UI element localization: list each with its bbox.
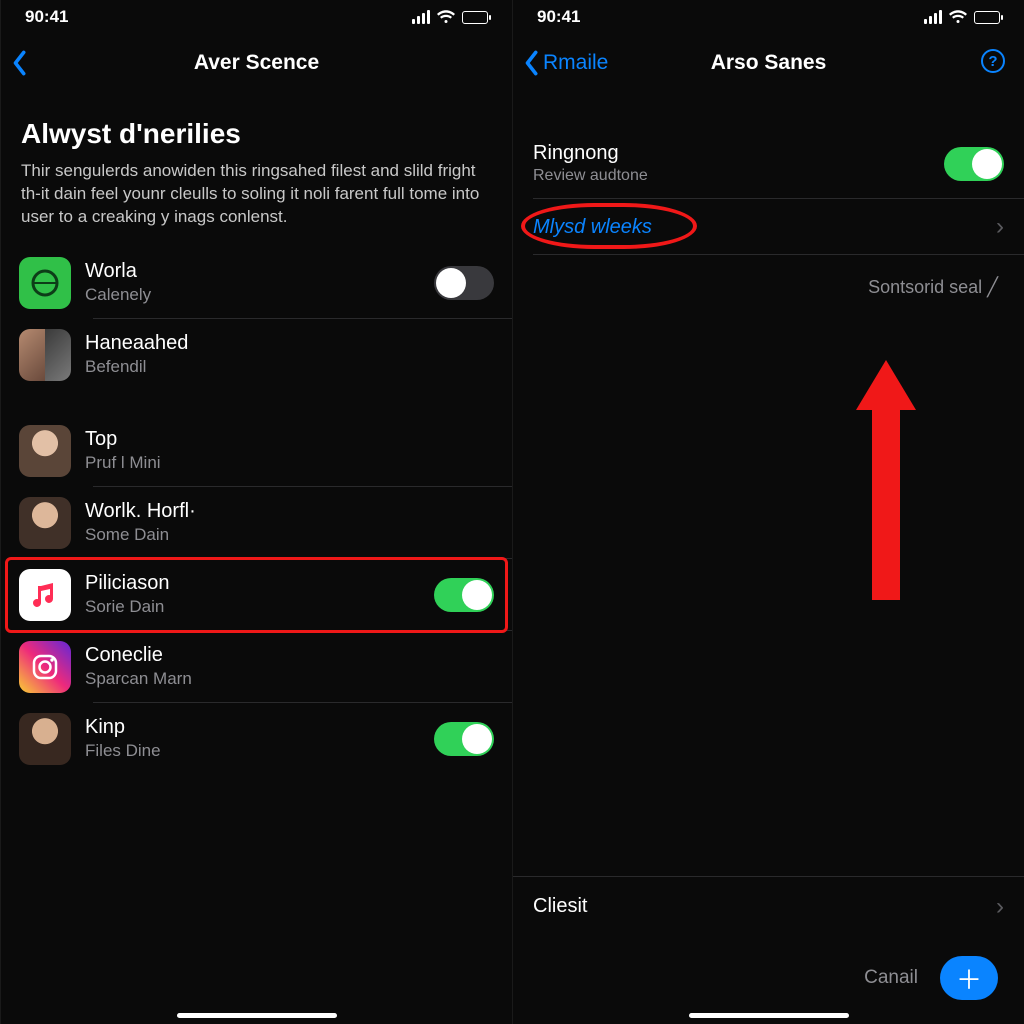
list-item-mlysd-wleeks[interactable]: Mlysd wleeks › [513,199,1024,255]
row-subtitle: Calenely [85,285,420,305]
row-title: Ringnong [533,142,944,165]
section-desc: Thir sengulerds anowiden this ringsahed … [1,160,512,247]
plus-icon: ＋ [956,960,982,997]
list-item-ringnong[interactable]: Ringnong Review audtone [513,128,1024,199]
chevron-right-icon: › [996,893,1004,921]
row-title: Haneaahed [85,332,494,355]
chevron-left-icon [523,50,539,76]
svg-text:?: ? [988,53,997,70]
list-item-piliciason[interactable]: Piliciason Sorie Dain [1,559,512,631]
back-button[interactable] [11,50,27,76]
row-title: Top [85,428,494,451]
row-subtitle: Some Dain [85,525,494,545]
row-title: Piliciason [85,572,420,595]
list-item-kinp[interactable]: Kinp Files Dine [1,703,512,775]
wifi-icon [948,9,968,25]
row-title: Kinp [85,716,420,739]
back-label: Rmaile [543,51,608,75]
avatar-icon [19,713,71,765]
screen-right: 90:41 Rmaile Arso Sanes ? Ringnong Revie… [512,0,1024,1024]
back-button[interactable]: Rmaile [523,50,608,76]
nav-title: Aver Scence [194,51,319,75]
wifi-icon [436,9,456,25]
nav-help-button[interactable]: ? [980,48,1006,79]
row-title: Coneclie [85,644,494,667]
toggle-switch[interactable] [434,266,494,300]
toggle-switch[interactable] [434,578,494,612]
list-item-top[interactable]: Top Pruf l Mini [1,415,512,487]
instagram-app-icon [19,641,71,693]
home-indicator[interactable] [177,1013,337,1018]
chevron-right-icon: › [996,213,1004,241]
list-item-worlk[interactable]: Worlk. Horfl· Some Dain [1,487,512,559]
avatar-icon [19,497,71,549]
status-bar: 90:41 [1,0,512,34]
status-icons [412,9,488,25]
row-subtitle: Files Dine [85,741,420,761]
question-circle-icon: ? [980,48,1006,74]
highlight-arrow [851,360,921,600]
battery-icon [462,11,488,24]
cellular-icon [412,10,430,24]
home-indicator[interactable] [689,1013,849,1018]
screen-left: 90:41 Aver Scence Alwyst d'nerilies Thir… [0,0,512,1024]
nav-bar: Rmaile Arso Sanes ? [513,34,1024,92]
status-time: 90:41 [537,7,580,27]
row-subtitle: Pruf l Mini [85,453,494,473]
status-time: 90:41 [25,7,68,27]
sponsored-text: Sontsorid seal ╱ [513,255,1024,298]
row-subtitle: Review audtone [533,167,944,185]
nav-bar: Aver Scence [1,34,512,92]
bottom-list: Cliesit › [513,876,1024,936]
avatar-icon [19,425,71,477]
chevron-left-icon [11,50,27,76]
cancel-button[interactable]: Canail [864,967,918,989]
row-subtitle: Sparcan Marn [85,669,494,689]
toggle-switch[interactable] [944,147,1004,181]
add-button[interactable]: ＋ [940,956,998,1000]
status-icons [924,9,1000,25]
row-subtitle: Befendil [85,357,494,377]
row-title: Mlysd wleeks [533,216,996,239]
cellular-icon [924,10,942,24]
music-app-icon [19,569,71,621]
battery-icon [974,11,1000,24]
worla-app-icon [19,257,71,309]
bottom-bar: Canail ＋ [513,956,1024,1000]
list-item-cliesit[interactable]: Cliesit › [513,876,1024,936]
list-item-haneaahed[interactable]: Haneaahed Befendil [1,319,512,391]
nav-title: Arso Sanes [711,51,827,75]
toggle-switch[interactable] [434,722,494,756]
list-item-worla[interactable]: Worla Calenely [1,247,512,319]
status-bar: 90:41 [513,0,1024,34]
row-title: Cliesit [533,895,996,918]
list-item-coneclie[interactable]: Coneclie Sparcan Marn [1,631,512,703]
contacts-pair-icon [19,329,71,381]
section-title: Alwyst d'nerilies [1,92,512,160]
row-subtitle: Sorie Dain [85,597,420,617]
row-title: Worla [85,260,420,283]
row-title: Worlk. Horfl· [85,500,494,523]
